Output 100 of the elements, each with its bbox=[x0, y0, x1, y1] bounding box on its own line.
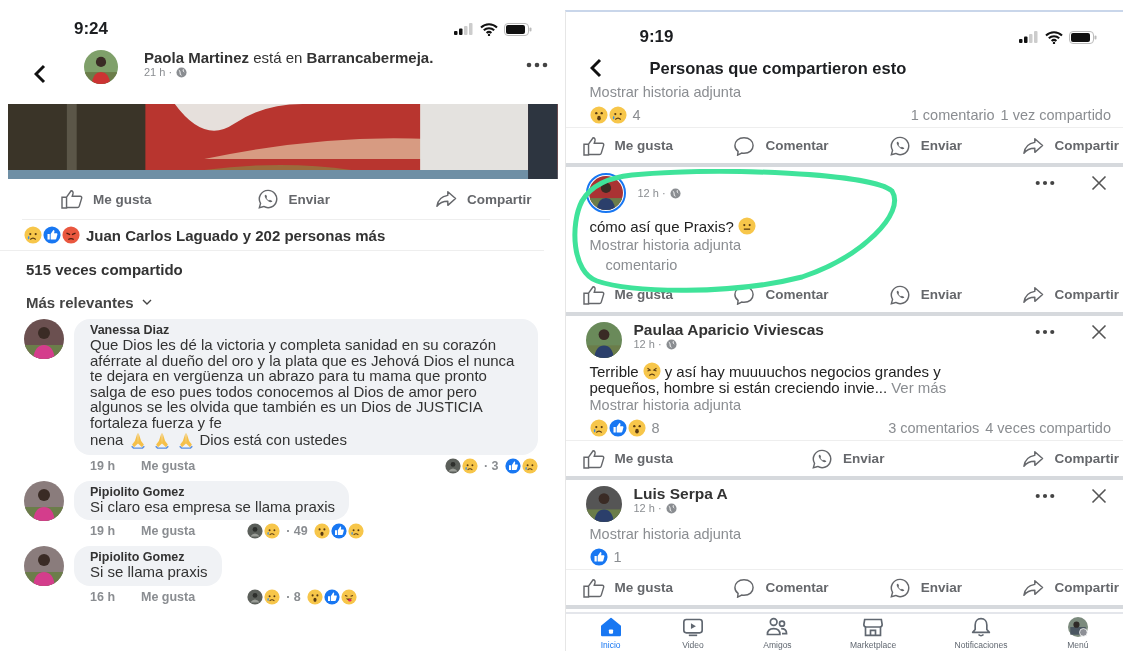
nav-tab[interactable]: Inicio bbox=[596, 617, 625, 650]
share-count[interactable]: 515 veces compartido bbox=[26, 261, 183, 278]
reaction-count: 8 bbox=[651, 420, 660, 436]
battery-icon bbox=[1069, 30, 1097, 44]
wow-reaction-icon bbox=[627, 419, 646, 437]
attachment-link[interactable]: Mostrar historia adjunta bbox=[589, 84, 741, 100]
share-icon bbox=[1021, 577, 1046, 598]
home-icon bbox=[598, 617, 623, 637]
like-button[interactable]: Me gusta bbox=[581, 448, 673, 469]
comment-icon bbox=[732, 135, 757, 156]
avatar-icon bbox=[247, 523, 264, 540]
like-button[interactable]: Me gusta bbox=[60, 189, 152, 209]
post-time: 12 h · bbox=[633, 502, 662, 514]
like-reaction-icon bbox=[323, 588, 340, 605]
angry-reaction-icon bbox=[62, 226, 80, 244]
wifi-icon bbox=[479, 22, 498, 36]
more-icon[interactable] bbox=[1035, 329, 1055, 335]
share-button[interactable]: Compartir bbox=[1021, 284, 1119, 305]
send-button[interactable]: Enviar bbox=[887, 135, 963, 156]
comment-text: Si se llama praxis bbox=[90, 564, 208, 580]
share-icon bbox=[434, 189, 458, 209]
share-icon bbox=[1021, 135, 1046, 156]
share-button[interactable]: Compartir bbox=[1021, 577, 1119, 598]
close-icon[interactable] bbox=[1091, 324, 1107, 340]
post-text: cómo así que Praxis? bbox=[589, 218, 734, 234]
thumbs-up-icon bbox=[581, 448, 606, 469]
comment-author[interactable]: Pipiolito Gomez bbox=[90, 484, 336, 499]
like-reaction-icon bbox=[589, 548, 608, 566]
share-icon bbox=[1021, 284, 1046, 305]
more-icon[interactable] bbox=[1035, 180, 1055, 186]
like-button[interactable]: Me gusta bbox=[581, 135, 673, 156]
comment-text: nena bbox=[90, 431, 124, 448]
comment-button[interactable]: Comentar bbox=[732, 135, 829, 156]
share-count[interactable]: 4 veces compartido bbox=[985, 420, 1111, 436]
comment-time: 16 h bbox=[90, 589, 115, 604]
attachment-link[interactable]: Mostrar historia adjunta bbox=[589, 526, 741, 542]
comment-author[interactable]: Vanessa Diaz bbox=[90, 323, 524, 337]
comment-button[interactable]: Comentar bbox=[732, 284, 829, 305]
nav-tab[interactable]: Amigos bbox=[761, 617, 794, 650]
story-ring[interactable] bbox=[585, 173, 626, 213]
nav-tab[interactable]: Marketplace bbox=[847, 617, 899, 650]
comment-text: Dios está con ustedes bbox=[199, 431, 347, 448]
send-button[interactable]: Enviar bbox=[887, 284, 963, 305]
sad-reaction-icon bbox=[521, 457, 538, 474]
post-author[interactable]: Luis Serpa A bbox=[633, 486, 1023, 502]
comment-text: Si claro esa empresa se llama praxis bbox=[90, 498, 336, 515]
send-button[interactable]: Enviar bbox=[255, 189, 330, 209]
like-button[interactable]: Me gusta bbox=[581, 284, 673, 305]
globe-icon bbox=[669, 187, 681, 199]
video-icon bbox=[680, 617, 705, 637]
neutral-face-icon bbox=[737, 217, 756, 235]
store-icon bbox=[861, 617, 886, 637]
back-icon[interactable] bbox=[34, 64, 46, 84]
send-button[interactable]: Enviar bbox=[887, 577, 963, 598]
thumbs-up-icon bbox=[60, 189, 84, 209]
back-icon[interactable] bbox=[589, 58, 602, 78]
send-button[interactable]: Enviar bbox=[810, 448, 885, 469]
post-text: Terrible bbox=[589, 363, 639, 379]
caret-icon[interactable] bbox=[141, 299, 152, 305]
sad-reaction-icon bbox=[264, 588, 281, 605]
reaction-count: · 49 bbox=[286, 524, 308, 539]
phone-bubble-icon bbox=[887, 577, 912, 598]
share-count[interactable]: 1 vez compartido bbox=[1000, 107, 1111, 123]
avatar-icon bbox=[444, 457, 461, 474]
see-more-link[interactable]: Ver más bbox=[891, 380, 947, 395]
praying-hands-icon bbox=[129, 430, 148, 449]
post-author[interactable]: Paulaa Aparicio Viviescas bbox=[633, 322, 1023, 338]
wow-reaction-icon bbox=[589, 106, 608, 124]
close-icon[interactable] bbox=[1091, 488, 1107, 504]
like-reaction-icon bbox=[330, 523, 347, 540]
nav-tab[interactable]: Video bbox=[678, 617, 707, 650]
share-button[interactable]: Compartir bbox=[1021, 135, 1119, 156]
sort-menu[interactable]: Más relevantes bbox=[26, 293, 134, 311]
like-link[interactable]: Me gusta bbox=[141, 589, 196, 604]
phone-bubble-icon bbox=[887, 135, 912, 156]
attachment-link[interactable]: Mostrar historia adjunta bbox=[589, 237, 741, 253]
nav-tab[interactable]: Menú bbox=[1063, 617, 1092, 650]
globe-icon bbox=[176, 66, 188, 78]
sad-reaction-icon bbox=[347, 523, 364, 540]
comment-count[interactable]: 1 comentario bbox=[910, 107, 995, 123]
nav-tab[interactable]: Notificaciones bbox=[952, 617, 1010, 650]
like-link[interactable]: Me gusta bbox=[141, 458, 196, 473]
close-icon[interactable] bbox=[1091, 175, 1107, 191]
share-button[interactable]: Compartir bbox=[434, 189, 532, 209]
comment-count[interactable]: comentario bbox=[605, 257, 678, 273]
share-button[interactable]: Compartir bbox=[1021, 448, 1119, 469]
comment-button[interactable]: Comentar bbox=[732, 577, 829, 598]
like-link[interactable]: Me gusta bbox=[141, 524, 196, 539]
post-time: 12 h · bbox=[637, 187, 666, 199]
sad-reaction-icon bbox=[264, 523, 281, 540]
sad-reaction-icon bbox=[24, 226, 42, 244]
comment-author[interactable]: Pipiolito Gomez bbox=[90, 550, 208, 565]
attachment-link[interactable]: Mostrar historia adjunta bbox=[589, 397, 741, 413]
thumbs-up-icon bbox=[581, 135, 606, 156]
friends-icon bbox=[765, 617, 790, 637]
reactions-summary[interactable]: Juan Carlos Laguado y 202 personas más bbox=[86, 226, 386, 244]
more-icon[interactable] bbox=[525, 62, 548, 68]
comment-count[interactable]: 3 comentarios bbox=[888, 420, 980, 436]
like-button[interactable]: Me gusta bbox=[581, 577, 673, 598]
more-icon[interactable] bbox=[1035, 493, 1055, 499]
